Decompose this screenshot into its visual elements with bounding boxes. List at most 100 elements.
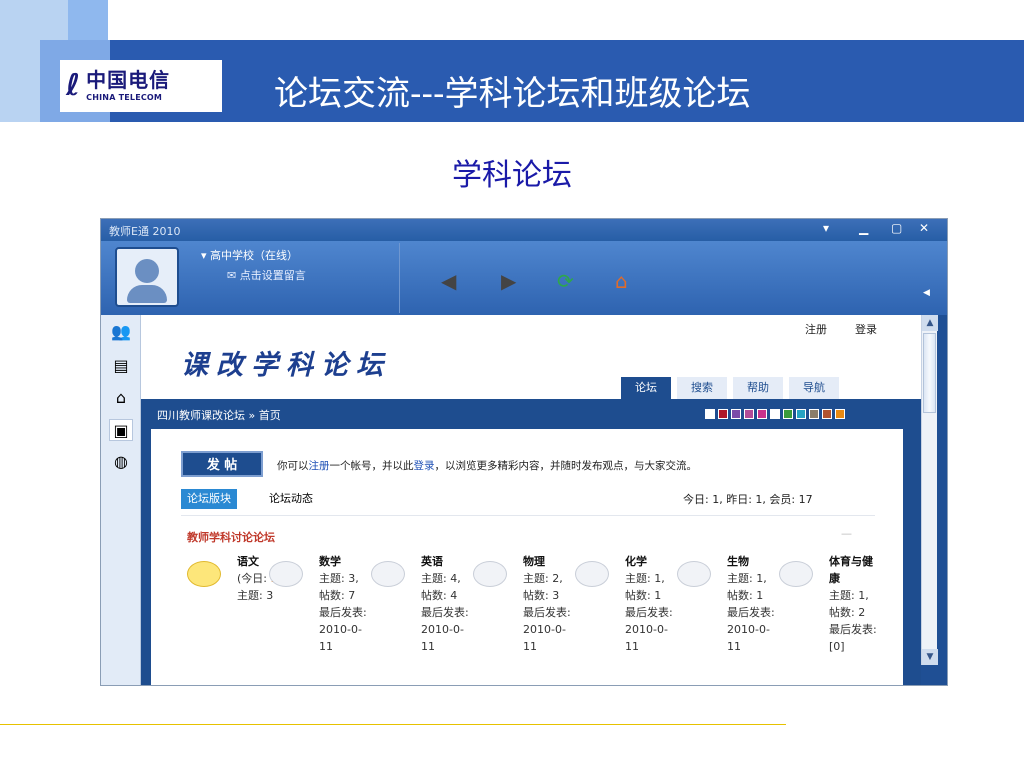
theme-swatch[interactable] (835, 409, 845, 419)
banner-accent (0, 40, 40, 122)
no-new-posts-icon (371, 561, 405, 587)
forum-navbar: 四川教师课改论坛 » 首页 (141, 399, 921, 429)
forum-tabs: 论坛 搜索 帮助 导航 (621, 377, 839, 399)
dropdown-icon[interactable]: ▾ (823, 221, 829, 235)
new-post-button[interactable]: 发 帖 (181, 451, 263, 477)
forward-arrow-icon[interactable]: ▶ (501, 271, 516, 291)
subtab-activity[interactable]: 论坛动态 (263, 489, 319, 509)
theme-swatch[interactable] (770, 409, 780, 419)
scroll-up-icon[interactable]: ▲ (922, 315, 938, 331)
header-collapse-icon[interactable]: ◀ (923, 289, 930, 298)
login-link[interactable]: 登录 (855, 321, 877, 337)
window-icon[interactable]: ▤ (109, 355, 133, 377)
window-titlebar: 教师E通 2010 ▾ ▁ ▢ ✕ (101, 219, 947, 241)
board-detail: 主题: 3, 帖数: 7 最后发表: 2010-0-11 (319, 572, 367, 653)
maximize-button[interactable]: ▢ (891, 221, 902, 235)
china-telecom-logo: ℓ 中国电信 CHINA TELECOM (60, 60, 222, 112)
theme-swatch[interactable] (796, 409, 806, 419)
minimize-button[interactable]: ▁ (859, 221, 868, 235)
board-name[interactable]: 英语 (421, 553, 469, 570)
board-card[interactable]: 数学 主题: 3, 帖数: 7 最后发表: 2010-0-11 (269, 553, 369, 685)
board-text: 化学 主题: 1, 帖数: 1 最后发表: 2010-0-11 (625, 553, 673, 655)
category-title[interactable]: 教师学科讨论论坛 (187, 529, 275, 545)
board-detail: 主题: 1, 帖数: 2 最后发表: [0] (829, 589, 877, 653)
board-name[interactable]: 物理 (523, 553, 571, 570)
avatar-head-icon (135, 259, 159, 283)
board-detail: 主题: 1, 帖数: 1 最后发表: 2010-0-11 (625, 572, 673, 653)
window-title: 教师E通 2010 (109, 225, 181, 238)
slide-subtitle: 学科论坛 (452, 158, 572, 193)
theme-swatch[interactable] (718, 409, 728, 419)
decor-square (68, 0, 108, 40)
close-button[interactable]: ✕ (919, 221, 929, 235)
board-card[interactable]: 物理 主题: 2, 帖数: 3 最后发表: 2010-0-11 (473, 553, 573, 685)
intro-pre: 你可以 (277, 460, 309, 472)
vertical-scrollbar[interactable]: ▲ ▼ (921, 315, 938, 665)
board-name[interactable]: 数学 (319, 553, 367, 570)
forum-content-frame: 发 帖 你可以注册一个帐号，并以此登录，以浏览更多精彩内容，并随时发布观点，与大… (141, 429, 921, 685)
tab-search[interactable]: 搜索 (677, 377, 727, 399)
board-name[interactable]: 体育与健康 (829, 553, 877, 587)
board-text: 数学 主题: 3, 帖数: 7 最后发表: 2010-0-11 (319, 553, 367, 655)
intro-post: ，以浏览更多精彩内容，并随时发布观点，与大家交流。 (434, 460, 698, 472)
board-text: 物理 主题: 2, 帖数: 3 最后发表: 2010-0-11 (523, 553, 571, 655)
theme-swatch[interactable] (705, 409, 715, 419)
theme-swatch[interactable] (731, 409, 741, 419)
user-message[interactable]: ✉ 点击设置留言 (227, 267, 306, 283)
divider (181, 515, 875, 516)
no-new-posts-icon (779, 561, 813, 587)
intro-login-link[interactable]: 登录 (414, 460, 435, 472)
tab-navigation[interactable]: 导航 (789, 377, 839, 399)
scroll-down-icon[interactable]: ▼ (922, 649, 938, 665)
board-detail: 主题: 2, 帖数: 3 最后发表: 2010-0-11 (523, 572, 571, 653)
board-name[interactable]: 生物 (727, 553, 775, 570)
intro-register-link[interactable]: 注册 (309, 460, 330, 472)
forum-content: 发 帖 你可以注册一个帐号，并以此登录，以浏览更多精彩内容，并随时发布观点，与大… (151, 429, 903, 685)
today-pre: (今日: (237, 572, 271, 585)
board-text: 英语 主题: 4, 帖数: 4 最后发表: 2010-0-11 (421, 553, 469, 655)
app-header: ▾ 高中学校（在线） ✉ 点击设置留言 ◀ ▶ ⟳ ⌂ ◀ (101, 241, 947, 315)
theme-swatch[interactable] (744, 409, 754, 419)
intro-mid: 一个帐号，并以此 (329, 460, 414, 472)
breadcrumb[interactable]: 四川教师课改论坛 » 首页 (157, 407, 281, 423)
user-school[interactable]: ▾ 高中学校（在线） (201, 247, 298, 263)
globe-icon[interactable]: ◍ (109, 451, 133, 473)
board-card[interactable]: 生物 主题: 1, 帖数: 1 最后发表: 2010-0-11 (677, 553, 777, 685)
board-card[interactable]: 英语 主题: 4, 帖数: 4 最后发表: 2010-0-11 (371, 553, 471, 685)
back-arrow-icon[interactable]: ◀ (441, 271, 456, 291)
no-new-posts-icon (677, 561, 711, 587)
board-detail: 主题: 1, 帖数: 1 最后发表: 2010-0-11 (727, 572, 775, 653)
contacts-icon[interactable]: 👥 (109, 321, 133, 343)
collapse-icon[interactable]: — (841, 527, 852, 540)
scroll-thumb[interactable] (923, 333, 936, 413)
forum-page: 注册 登录 课改学科论坛 论坛 搜索 帮助 导航 四川教师课改论坛 » 首页 发… (141, 315, 921, 685)
board-name[interactable]: 化学 (625, 553, 673, 570)
logo-text: 中国电信 CHINA TELECOM (86, 70, 170, 102)
school-icon[interactable]: ⌂ (109, 387, 133, 409)
home-icon[interactable]: ⌂ (615, 271, 628, 291)
refresh-icon[interactable]: ⟳ (557, 271, 574, 291)
no-new-posts-icon (575, 561, 609, 587)
subtab-boards[interactable]: 论坛版块 (181, 489, 237, 509)
telecom-logo-icon: ℓ (66, 68, 81, 103)
tab-forum[interactable]: 论坛 (621, 377, 671, 399)
board-text: 体育与健康 主题: 1, 帖数: 2 最后发表: [0] (829, 553, 877, 655)
forum-stats: 今日: 1, 昨日: 1, 会员: 17 (683, 493, 813, 506)
user-avatar[interactable] (115, 247, 179, 307)
board-text: 生物 主题: 1, 帖数: 1 最后发表: 2010-0-11 (727, 553, 775, 655)
theme-swatch[interactable] (757, 409, 767, 419)
gallery-icon[interactable]: ▣ (109, 419, 133, 441)
decor-square (0, 0, 76, 44)
theme-swatch[interactable] (822, 409, 832, 419)
board-card[interactable]: 化学 主题: 1, 帖数: 1 最后发表: 2010-0-11 (575, 553, 675, 685)
theme-swatch[interactable] (783, 409, 793, 419)
intro-text: 你可以注册一个帐号，并以此登录，以浏览更多精彩内容，并随时发布观点，与大家交流。 (277, 458, 697, 473)
theme-swatch[interactable] (809, 409, 819, 419)
board-card[interactable]: 体育与健康 主题: 1, 帖数: 2 最后发表: [0] (779, 553, 879, 685)
no-new-posts-icon (269, 561, 303, 587)
app-window: 教师E通 2010 ▾ ▁ ▢ ✕ ▾ 高中学校（在线） ✉ 点击设置留言 ◀ … (100, 218, 948, 686)
register-link[interactable]: 注册 (805, 321, 827, 337)
tab-help[interactable]: 帮助 (733, 377, 783, 399)
avatar-body-icon (127, 285, 167, 303)
new-posts-icon (187, 561, 221, 587)
